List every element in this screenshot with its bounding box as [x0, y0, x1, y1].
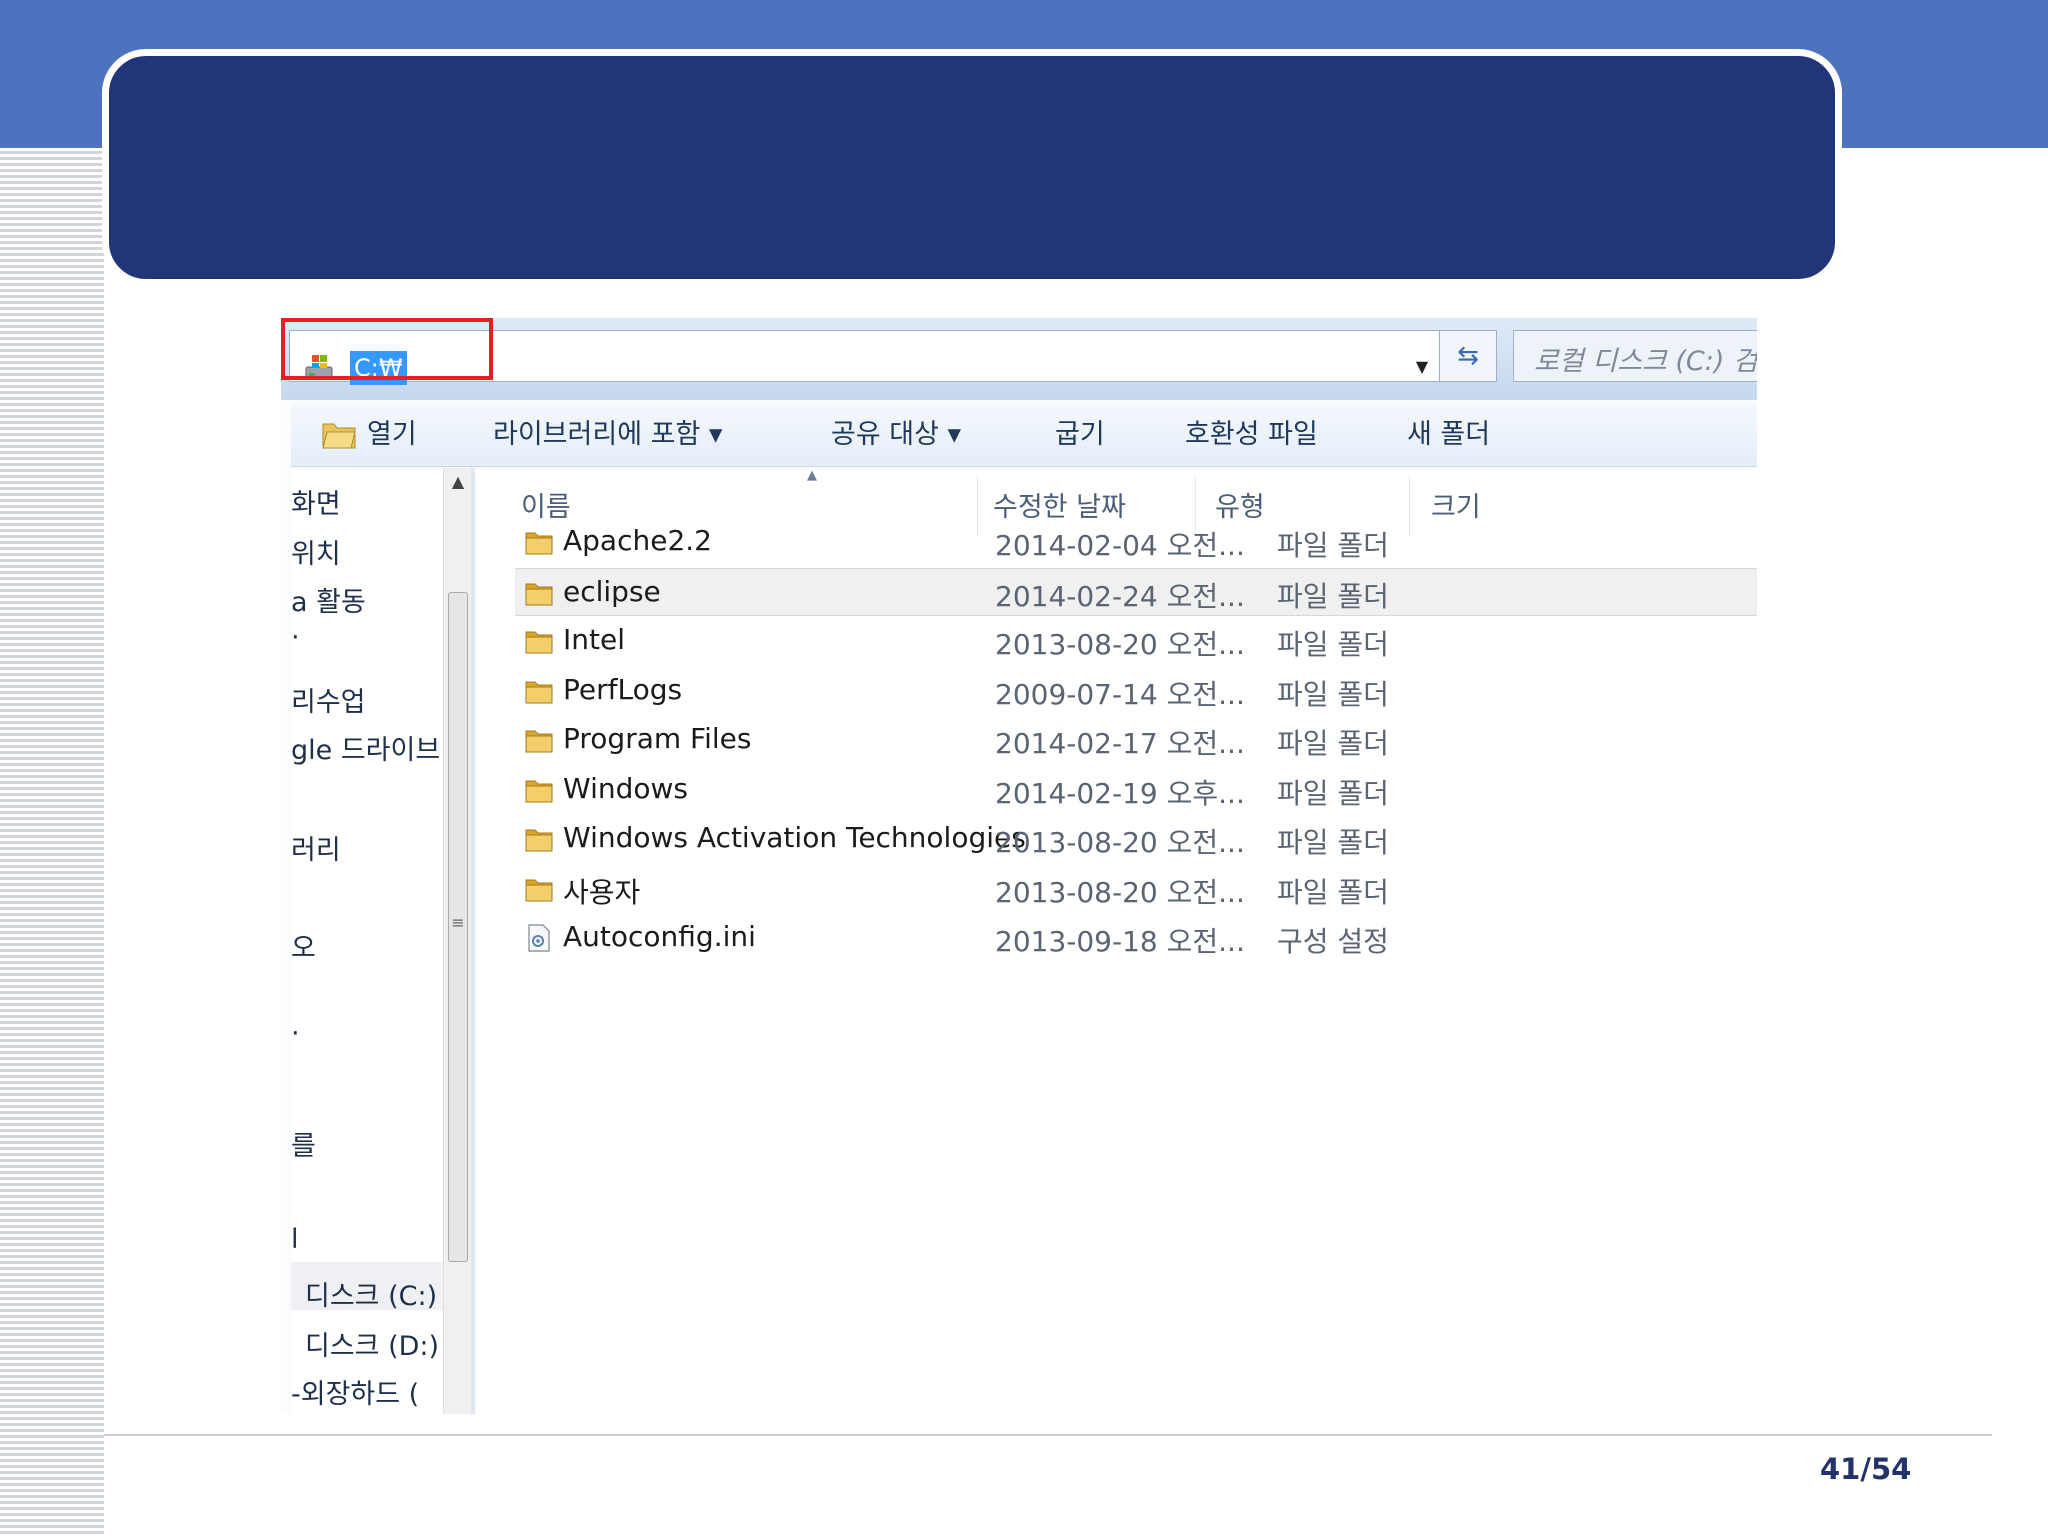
folder-icon — [523, 625, 555, 657]
file-type: 구성 설정 — [1277, 925, 1389, 958]
page-number: 41/54 — [1820, 1452, 1912, 1486]
file-type: 파일 폴더 — [1277, 677, 1389, 711]
refresh-button[interactable]: ⇆ — [1439, 330, 1497, 382]
file-type: 파일 폴더 — [1277, 776, 1389, 810]
file-date-modified: 2014-02-17 오전... — [995, 727, 1245, 760]
file-row[interactable]: eclipse 2014-02-24 오전... 파일 폴더 — [515, 567, 1757, 616]
folder-icon — [523, 675, 555, 707]
file-date-modified: 2013-09-18 오전... — [995, 925, 1245, 958]
file-row[interactable]: Autoconfig.ini 2013-09-18 오전... 구성 설정 — [515, 914, 1757, 962]
nav-item[interactable]: 화면 — [291, 482, 341, 521]
address-highlight-annotation — [281, 318, 493, 380]
file-type: 파일 폴더 — [1277, 875, 1389, 909]
nav-item[interactable]: gle 드라이브 — [291, 728, 440, 767]
file-name[interactable]: eclipse — [563, 575, 661, 608]
slide-title-card — [102, 49, 1842, 286]
nav-item: · — [291, 622, 300, 653]
scroll-grip-icon: ≡ — [451, 913, 465, 932]
folder-icon — [523, 774, 555, 806]
file-type: 파일 폴더 — [1277, 529, 1389, 562]
slide-left-stripes — [0, 148, 104, 1536]
folder-icon — [523, 823, 555, 855]
file-list: ▲ 이름 수정한 날짜 유형 크기 Apache2.2 2014-02-04 오전… — [475, 468, 1757, 1414]
nav-item[interactable]: 오 — [291, 926, 316, 965]
file-row[interactable]: 사용자 2013-08-20 오전... 파일 폴더 — [515, 865, 1757, 913]
new-folder-button[interactable]: 새 폴더 — [1407, 418, 1490, 452]
file-date-modified: 2014-02-19 오후... — [995, 776, 1245, 810]
file-row[interactable]: Program Files 2014-02-17 오전... 파일 폴더 — [515, 716, 1757, 764]
slide-footer-rule — [104, 1434, 1992, 1436]
file-name[interactable]: Apache2.2 — [563, 524, 712, 557]
file-type: 파일 폴더 — [1277, 826, 1389, 859]
compatibility-files-button[interactable]: 호환성 파일 — [1185, 418, 1318, 452]
nav-pane-scrollbar[interactable]: ▲ ≡ — [443, 468, 472, 1414]
file-row[interactable]: Windows Activation Technologies 2013-08-2… — [515, 815, 1757, 863]
folder-icon — [523, 577, 555, 609]
sort-ascending-icon: ▲ — [807, 468, 817, 483]
file-date-modified: 2013-08-20 오전... — [995, 628, 1245, 661]
nav-item[interactable]: 위치 — [291, 532, 341, 571]
nav-item[interactable]: 러리 — [291, 828, 341, 867]
burn-button[interactable]: 굽기 — [1055, 418, 1105, 452]
folder-icon — [523, 526, 555, 558]
file-date-modified: 2014-02-24 오전... — [995, 579, 1245, 613]
nav-item[interactable]: 를 — [291, 1124, 316, 1163]
nav-item-external-drive[interactable]: -외장하드 ( — [291, 1372, 419, 1411]
file-type: 파일 폴더 — [1277, 628, 1389, 661]
search-input[interactable]: 로컬 디스크 (C:) 검 — [1513, 330, 1757, 382]
file-date-modified: 2009-07-14 오전... — [995, 677, 1245, 711]
folder-icon — [523, 724, 555, 756]
config-file-icon — [523, 922, 555, 954]
search-placeholder: 로컬 디스크 (C:) 검 — [1534, 346, 1757, 377]
file-name[interactable]: Autoconfig.ini — [563, 920, 756, 953]
command-toolbar: 열기 라이브러리에 포함 ▾ 공유 대상 ▾ 굽기 호환성 파일 새 폴더 — [291, 404, 1757, 467]
file-name[interactable]: Intel — [563, 623, 625, 656]
refresh-icon: ⇆ — [1457, 341, 1479, 371]
scrollbar-thumb[interactable]: ≡ — [448, 592, 468, 1262]
share-with-button[interactable]: 공유 대상 ▾ — [831, 418, 961, 452]
file-row[interactable]: Intel 2013-08-20 오전... 파일 폴더 — [515, 617, 1757, 665]
nav-item[interactable]: 리수업 — [291, 680, 366, 719]
scroll-up-arrow-icon[interactable]: ▲ — [444, 468, 472, 496]
file-row[interactable]: Windows 2014-02-19 오후... 파일 폴더 — [515, 766, 1757, 814]
nav-item[interactable]: a 활동 — [291, 580, 366, 619]
file-row[interactable]: Apache2.2 2014-02-04 오전... 파일 폴더 — [515, 518, 1757, 566]
open-folder-icon — [322, 423, 356, 449]
nav-item-drive-d[interactable]: 디스크 (D:) — [305, 1324, 439, 1363]
file-name[interactable]: PerfLogs — [563, 673, 682, 706]
file-name[interactable]: 사용자 — [563, 871, 640, 911]
file-type: 파일 폴더 — [1277, 727, 1389, 760]
nav-item: · — [291, 1018, 300, 1049]
address-bar-area: C:₩ ▼ ⇆ 로컬 디스크 (C:) 검 — [281, 318, 1757, 400]
include-in-library-button[interactable]: 라이브러리에 포함 ▾ — [493, 418, 722, 452]
open-button[interactable]: 열기 — [367, 418, 417, 452]
file-name[interactable]: Windows — [563, 772, 688, 805]
file-date-modified: 2013-08-20 오전... — [995, 826, 1245, 859]
file-date-modified: 2014-02-04 오전... — [995, 529, 1245, 562]
file-type: 파일 폴더 — [1277, 579, 1389, 613]
file-name[interactable]: Windows Activation Technologies — [563, 821, 1026, 854]
navigation-pane: 화면 위치 a 활동 · 리수업 gle 드라이브 러리 오 · 를 l 디스크… — [291, 468, 472, 1414]
file-name[interactable]: Program Files — [563, 722, 751, 755]
folder-icon — [523, 873, 555, 905]
explorer-window-screenshot: C:₩ ▼ ⇆ 로컬 디스크 (C:) 검 열기 라이브러리에 포함 ▾ 공유 … — [281, 318, 1757, 1414]
address-dropdown-arrow-icon[interactable]: ▼ — [1410, 355, 1434, 379]
nav-item[interactable]: l — [291, 1224, 299, 1255]
file-row[interactable]: PerfLogs 2009-07-14 오전... 파일 폴더 — [515, 667, 1757, 715]
nav-item-drive-c[interactable]: 디스크 (C:) — [305, 1274, 437, 1313]
file-date-modified: 2013-08-20 오전... — [995, 875, 1245, 909]
